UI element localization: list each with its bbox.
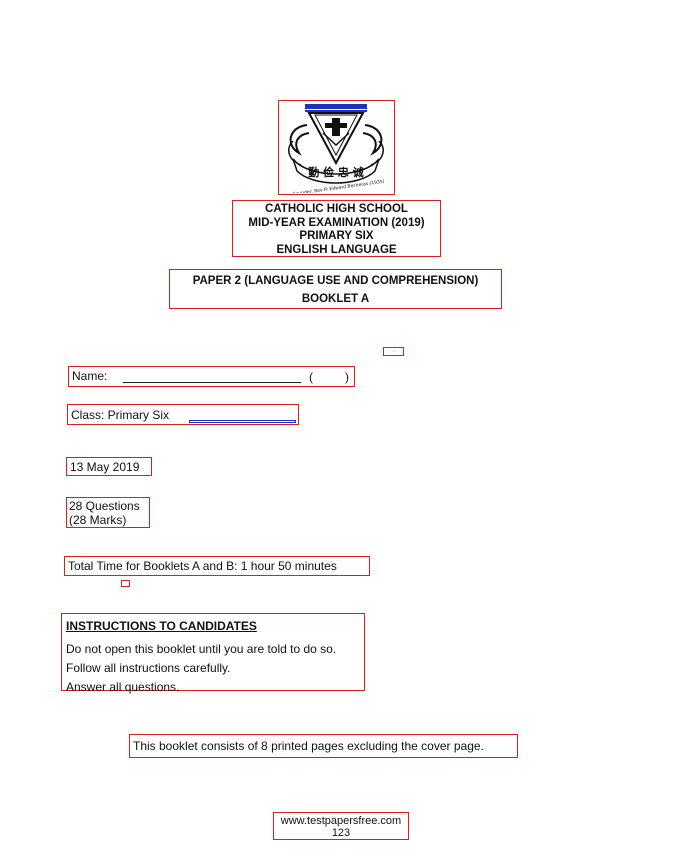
stray-mark-box: ·: [383, 347, 404, 356]
exam-subject: ENGLISH LANGUAGE: [276, 243, 397, 256]
stray-mark-box-small: [121, 580, 130, 587]
paper-title-block: PAPER 2 (LANGUAGE USE AND COMPREHENSION)…: [169, 269, 502, 309]
instruction-item: Follow all instructions carefully.: [66, 661, 231, 675]
class-label: Class: Primary Six: [71, 408, 170, 422]
instructions-title: INSTRUCTIONS TO CANDIDATES: [66, 619, 257, 633]
instruction-item: Answer all questions.: [66, 680, 180, 694]
register-number-open-paren: (: [309, 370, 313, 384]
paper-title: PAPER 2 (LANGUAGE USE AND COMPREHENSION): [192, 275, 479, 287]
name-label: Name:: [72, 369, 108, 383]
booklet-page-note: This booklet consists of 8 printed pages…: [129, 734, 518, 758]
class-field[interactable]: Class: Primary Six: [67, 404, 299, 425]
booklet-label: BOOKLET A: [301, 293, 370, 305]
footer-page-number: 123: [331, 827, 351, 839]
crest-emblem-icon: 勤 俭 忠 诚 Founder: Rev Fr Edward Becheras …: [288, 104, 385, 193]
question-count: 28 Questions: [69, 499, 140, 513]
stray-mark: ·: [393, 349, 395, 355]
exam-date: 13 May 2019: [66, 457, 152, 476]
school-name: CATHOLIC HIGH SCHOOL: [265, 203, 408, 215]
question-count-block: 28 Questions (28 Marks): [66, 497, 150, 528]
crest-motto: 勤 俭 忠 诚: [308, 165, 364, 179]
total-time: Total Time for Booklets A and B: 1 hour …: [64, 556, 370, 576]
exam-header: CATHOLIC HIGH SCHOOL MID-YEAR EXAMINATIO…: [232, 200, 441, 257]
school-crest: 勤 俭 忠 诚 Founder: Rev Fr Edward Becheras …: [278, 100, 395, 195]
exam-title: MID-YEAR EXAMINATION (2019): [248, 216, 425, 229]
class-blank-line[interactable]: [189, 420, 296, 423]
register-number-close-paren: ): [345, 370, 349, 384]
footer-website: www.testpapersfree.com: [280, 815, 402, 827]
exam-level: PRIMARY SIX: [299, 230, 374, 242]
total-marks: (28 Marks): [69, 513, 127, 527]
page-footer: www.testpapersfree.com 123: [273, 812, 409, 840]
name-blank-line[interactable]: [123, 382, 301, 383]
name-field[interactable]: Name: ( ): [68, 366, 355, 387]
instructions-block: INSTRUCTIONS TO CANDIDATES Do not open t…: [61, 613, 365, 694]
instruction-item: Do not open this booklet until you are t…: [66, 642, 337, 656]
